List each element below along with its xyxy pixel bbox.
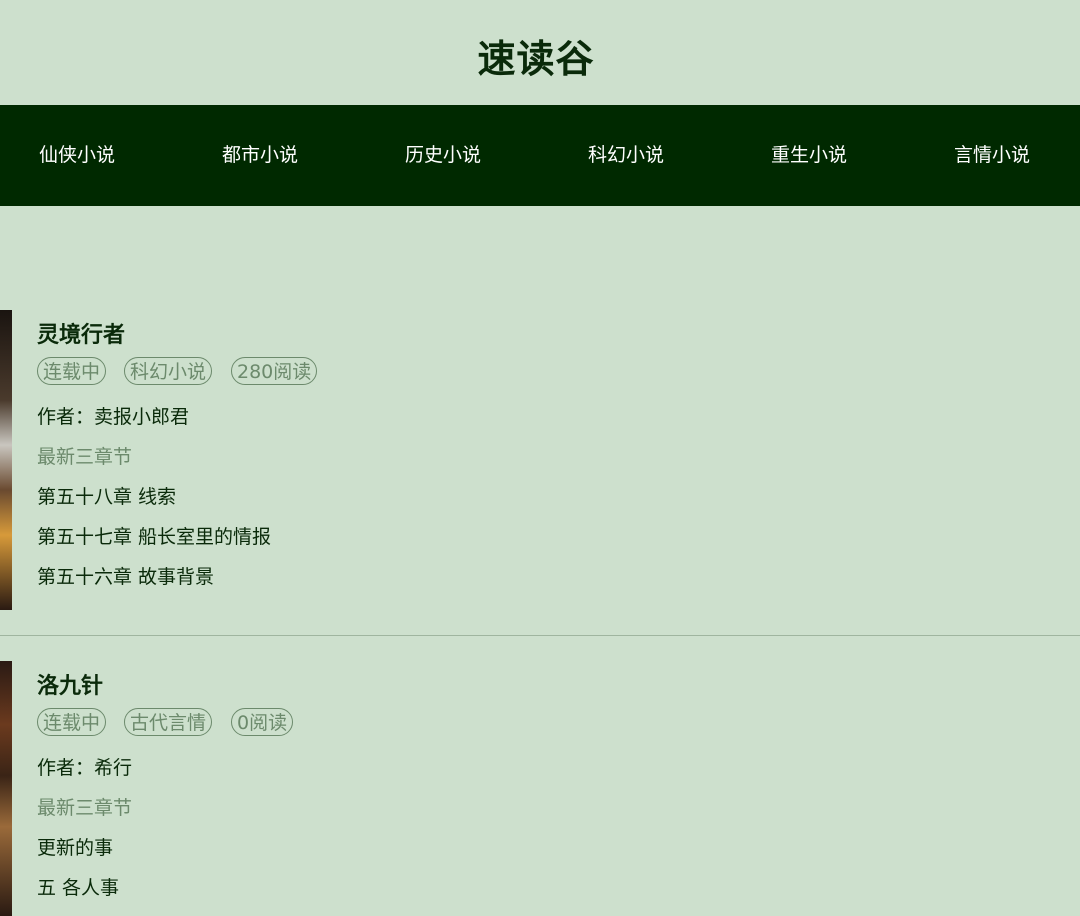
book-cover[interactable] bbox=[0, 661, 12, 916]
latest-chapters-label: 最新三章节 bbox=[37, 446, 133, 468]
author-row: 作者：希行 bbox=[37, 753, 132, 780]
chapter-link[interactable]: 五 各人事 bbox=[37, 873, 119, 900]
read-count-tag: 0阅读 bbox=[231, 708, 294, 736]
nav-item-chongsheng[interactable]: 重生小说 bbox=[771, 141, 847, 169]
nav-item-kehuan[interactable]: 科幻小说 bbox=[588, 141, 664, 169]
author-row: 作者：卖报小郎君 bbox=[37, 402, 189, 429]
book-title[interactable]: 灵境行者 bbox=[37, 317, 125, 349]
nav-item-dushi[interactable]: 都市小说 bbox=[222, 141, 298, 169]
divider bbox=[0, 635, 1080, 636]
nav-item-yanqing[interactable]: 言情小说 bbox=[954, 141, 1030, 169]
author-label: 作者： bbox=[37, 406, 95, 428]
nav-item-xianxia[interactable]: 仙侠小说 bbox=[39, 141, 115, 169]
author-name[interactable]: 希行 bbox=[94, 757, 132, 779]
chapter-link[interactable]: 第五十六章 故事背景 bbox=[37, 562, 214, 589]
author-label: 作者： bbox=[37, 757, 95, 779]
status-tag: 连载中 bbox=[37, 357, 107, 385]
category-tag[interactable]: 科幻小说 bbox=[124, 357, 213, 385]
nav-item-lishi[interactable]: 历史小说 bbox=[405, 141, 481, 169]
book-cover[interactable] bbox=[0, 310, 12, 610]
read-count-tag: 280阅读 bbox=[231, 357, 318, 385]
status-tag: 连载中 bbox=[37, 708, 107, 736]
chapter-link[interactable]: 第五十八章 线索 bbox=[37, 482, 176, 509]
chapter-link[interactable]: 更新的事 bbox=[37, 833, 113, 860]
category-tag[interactable]: 古代言情 bbox=[124, 708, 213, 736]
author-name[interactable]: 卖报小郎君 bbox=[94, 406, 189, 428]
site-title[interactable]: 速读谷 bbox=[0, 28, 1072, 83]
site-header: 速读谷 bbox=[0, 0, 1080, 105]
book-title[interactable]: 洛九针 bbox=[37, 668, 103, 700]
chapter-link[interactable]: 第五十七章 船长室里的情报 bbox=[37, 522, 271, 549]
category-nav: 仙侠小说 都市小说 历史小说 科幻小说 重生小说 言情小说 bbox=[0, 105, 1080, 206]
latest-chapters-label: 最新三章节 bbox=[37, 797, 133, 819]
